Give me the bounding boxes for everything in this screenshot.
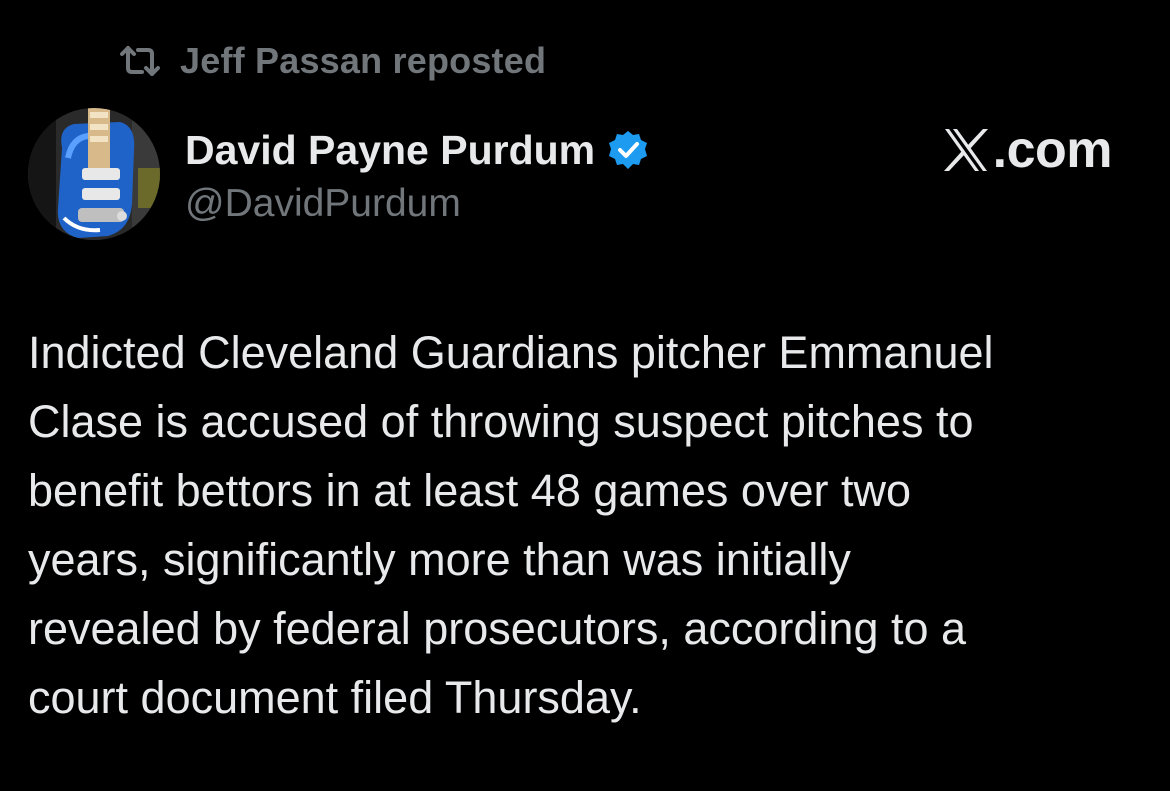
x-logo-icon xyxy=(941,125,991,175)
guitar-avatar xyxy=(28,108,160,240)
name-row: David Payne Purdum xyxy=(185,124,649,176)
author-block: David Payne Purdum @DavidPurdum xyxy=(185,124,649,226)
author-handle[interactable]: @DavidPurdum xyxy=(185,182,649,226)
repost-icon xyxy=(118,44,162,78)
repost-indicator[interactable]: Jeff Passan reposted xyxy=(118,38,546,84)
author-display-name[interactable]: David Payne Purdum xyxy=(185,127,595,174)
avatar[interactable] xyxy=(28,108,160,240)
verified-badge-icon xyxy=(607,129,649,171)
brand-watermark: .com xyxy=(941,118,1113,182)
brand-label: .com xyxy=(992,121,1113,179)
repost-label: Jeff Passan reposted xyxy=(180,40,547,81)
tweet-text: Indicted Cleveland Guardians pitcher Emm… xyxy=(28,327,994,723)
